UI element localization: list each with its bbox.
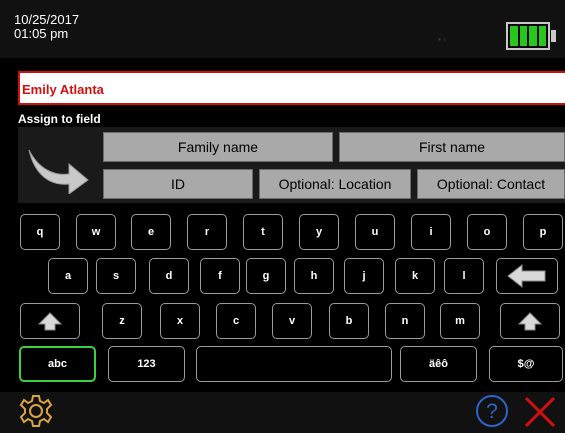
- close-x-icon[interactable]: [522, 394, 558, 430]
- key-w[interactable]: w: [76, 214, 116, 250]
- question-mark-icon[interactable]: ?: [474, 393, 510, 429]
- assign-label: Assign to field: [18, 112, 101, 126]
- field-id[interactable]: ID: [103, 169, 253, 199]
- battery-icon: [506, 22, 550, 50]
- space-key[interactable]: [196, 346, 392, 382]
- key-d[interactable]: d: [149, 258, 189, 294]
- key-q[interactable]: q: [20, 214, 60, 250]
- key-b[interactable]: b: [329, 303, 369, 339]
- field-optional-location[interactable]: Optional: Location: [259, 169, 411, 199]
- key-a[interactable]: a: [48, 258, 88, 294]
- curved-arrow-icon: [28, 149, 89, 194]
- shift-key-left[interactable]: [20, 303, 80, 339]
- key-c[interactable]: c: [216, 303, 256, 339]
- key-z[interactable]: z: [102, 303, 142, 339]
- key-m[interactable]: m: [440, 303, 480, 339]
- svg-text:?: ?: [486, 400, 498, 423]
- field-first-name[interactable]: First name: [339, 132, 565, 162]
- key-l[interactable]: l: [444, 258, 484, 294]
- gear-icon[interactable]: [18, 393, 54, 429]
- name-input[interactable]: Emily Atlanta: [18, 71, 565, 105]
- numeric-key[interactable]: 123: [108, 346, 185, 382]
- key-h[interactable]: h: [294, 258, 334, 294]
- shift-up-arrow-icon: [517, 312, 543, 331]
- key-i[interactable]: i: [411, 214, 451, 250]
- key-j[interactable]: j: [344, 258, 384, 294]
- date-text: 10/25/2017: [14, 12, 80, 27]
- backspace-arrow-icon: [507, 263, 546, 289]
- key-v[interactable]: v: [272, 303, 312, 339]
- clock: 10/25/2017 01:05 pm: [14, 13, 79, 41]
- key-f[interactable]: f: [200, 258, 240, 294]
- key-o[interactable]: o: [467, 214, 507, 250]
- key-e[interactable]: e: [131, 214, 171, 250]
- key-x[interactable]: x: [160, 303, 200, 339]
- key-r[interactable]: r: [187, 214, 227, 250]
- key-k[interactable]: k: [395, 258, 435, 294]
- time-text: 01:05 pm: [14, 26, 69, 41]
- status-bar: [0, 0, 565, 58]
- key-p[interactable]: p: [523, 214, 563, 250]
- backspace-key[interactable]: [496, 258, 558, 294]
- key-y[interactable]: y: [299, 214, 339, 250]
- signal-indicator: ▪ ▫: [438, 35, 446, 44]
- battery-tip: [551, 30, 556, 42]
- shift-up-arrow-icon: [37, 312, 63, 331]
- key-g[interactable]: g: [246, 258, 286, 294]
- symbols-key[interactable]: $@: [489, 346, 563, 382]
- shift-key-right[interactable]: [500, 303, 560, 339]
- key-s[interactable]: s: [96, 258, 136, 294]
- key-u[interactable]: u: [355, 214, 395, 250]
- key-t[interactable]: t: [243, 214, 283, 250]
- field-optional-contact[interactable]: Optional: Contact: [417, 169, 565, 199]
- accents-key[interactable]: äêô: [400, 346, 477, 382]
- key-n[interactable]: n: [385, 303, 425, 339]
- field-family-name[interactable]: Family name: [103, 132, 333, 162]
- abc-key[interactable]: abc: [19, 346, 96, 382]
